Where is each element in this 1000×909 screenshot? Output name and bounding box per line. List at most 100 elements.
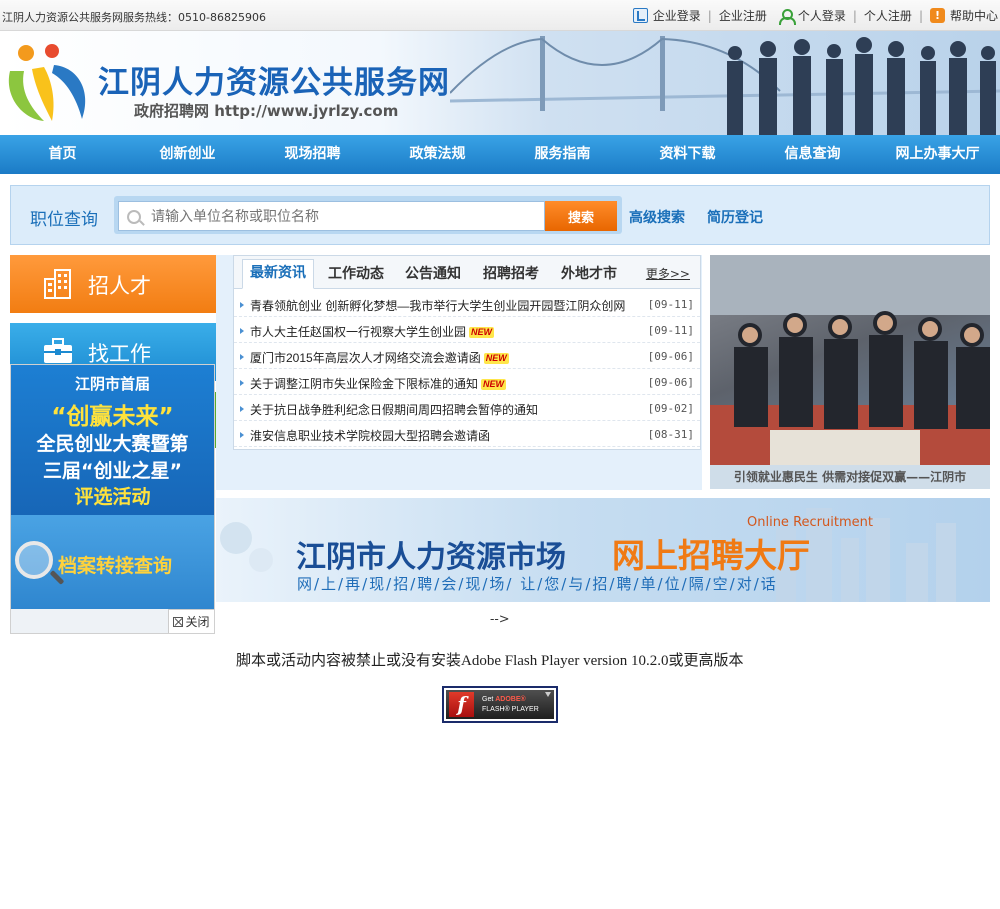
bullet-icon: [240, 406, 244, 412]
job-search-label: 职位查询: [30, 210, 98, 230]
tab-other-markets[interactable]: 外地才市: [561, 263, 617, 283]
new-badge: NEW: [469, 327, 495, 338]
separator: |: [918, 8, 923, 23]
nav-service-guide[interactable]: 服务指南: [500, 135, 625, 174]
ad-close-label: 关闭: [185, 615, 210, 629]
recruit-talent-button[interactable]: 招人才: [10, 255, 223, 313]
nav-onsite-recruitment[interactable]: 现场招聘: [250, 135, 375, 174]
user-icon: [778, 8, 796, 25]
news-more-link[interactable]: 更多>>: [646, 265, 690, 282]
flash-badge-line2: FLASH® PLAYER: [482, 706, 539, 713]
news-title[interactable]: 厦门市2015年高层次人才网络交流会邀请函 NEW: [250, 349, 509, 366]
search-button[interactable]: 搜索: [545, 201, 617, 231]
news-item[interactable]: 关于抗日战争胜利纪念日假期间周四招聘会暂停的通知 [09-02]: [234, 395, 700, 421]
flash-badge: f Get ADOBE® FLASH® PLAYER: [446, 690, 554, 719]
help-center-label: 帮助中心: [949, 9, 998, 23]
news-title[interactable]: 市人大主任赵国权一行视察大学生创业园 NEW: [250, 323, 495, 340]
bullet-icon: [240, 328, 244, 334]
job-fair-photo[interactable]: [710, 255, 990, 465]
banner-bridge-skyline-image: [450, 36, 1000, 135]
tab-latest-news[interactable]: 最新资讯: [242, 259, 314, 289]
news-item[interactable]: 青春领航创业 创新孵化梦想—我市举行大学生创业园开园暨江阴众创网 [09-11]: [234, 291, 700, 317]
top-bar: 江阴人力资源公共服务网服务热线：0510-86825906 企业登录 | 企业注…: [0, 0, 1000, 31]
photo-caption: 引领就业惠民生 供需对接促双赢——江阴市: [710, 465, 990, 489]
help-icon: !: [929, 8, 945, 23]
person-login-label: 个人登录: [797, 9, 846, 23]
recruit-slogan: 网/上/再/现/招/聘/会/现/场/ 让/您/与/招/聘/单/位/隔/空/对/话: [297, 575, 778, 593]
news-title[interactable]: 淮安信息职业技术学院校园大型招聘会邀请函: [250, 427, 490, 444]
enterprise-icon: [632, 8, 648, 23]
news-title[interactable]: 关于抗日战争胜利纪念日假期间周四招聘会暂停的通知: [250, 401, 538, 418]
magnifier-icon: [15, 541, 53, 579]
briefcase-icon: [44, 338, 72, 363]
flash-logo-icon: f: [449, 692, 474, 717]
startup-contest-ad[interactable]: 江阴市首届 “创赢未来” 全民创业大赛暨第 三届“创业之星” 评选活动: [11, 365, 214, 515]
news-item[interactable]: 市人大主任赵国权一行视察大学生创业园 NEW [09-11]: [234, 317, 700, 343]
tab-recruitment-exams[interactable]: 招聘招考: [483, 263, 539, 283]
job-fair-crowd-image: [710, 255, 990, 465]
ad-close-button[interactable]: 关闭: [168, 609, 214, 633]
ad-line2: “创赢未来”: [51, 404, 174, 430]
flash-badge-line1: Get ADOBE®: [482, 696, 526, 703]
tab-work-updates[interactable]: 工作动态: [328, 263, 384, 283]
nav-policies[interactable]: 政策法规: [375, 135, 500, 174]
news-tabs: 最新资讯 工作动态 公告通知 招聘招考 外地才市 更多>>: [234, 256, 700, 289]
job-search-panel: 职位查询 搜索 高级搜索 简历登记: [10, 185, 990, 245]
ad-line4: 三届“创业之星”: [43, 460, 182, 482]
enterprise-register-link[interactable]: 企业注册: [719, 7, 767, 24]
job-search-input[interactable]: [118, 201, 545, 231]
nav-online-hall[interactable]: 网上办事大厅: [875, 135, 1000, 174]
bullet-icon: [240, 380, 244, 386]
recruit-english-title: Online Recruitment: [747, 515, 873, 530]
nav-downloads[interactable]: 资料下载: [625, 135, 750, 174]
tab-announcements[interactable]: 公告通知: [405, 263, 461, 283]
news-title[interactable]: 青春领航创业 创新孵化梦想—我市举行大学生创业园开园暨江阴众创网: [250, 297, 625, 314]
service-hotline: 江阴人力资源公共服务网服务热线：0510-86825906: [2, 11, 266, 24]
floating-ad[interactable]: 江阴市首届 “创赢未来” 全民创业大赛暨第 三届“创业之星” 评选活动 档案转接…: [10, 364, 215, 634]
news-date: [09-11]: [647, 324, 694, 337]
news-list: 青春领航创业 创新孵化梦想—我市举行大学生创业园开园暨江阴众创网 [09-11]…: [234, 291, 700, 447]
site-logo[interactable]: [2, 41, 94, 125]
news-title[interactable]: 关于调整江阴市失业保险金下限标准的通知 NEW: [250, 375, 507, 392]
news-section: 最新资讯 工作动态 公告通知 招聘招考 外地才市 更多>> 青春领航创业 创新孵…: [216, 255, 702, 490]
ad-line1: 江阴市首届: [74, 375, 150, 393]
bullet-icon: [240, 354, 244, 360]
ad-line3: 全民创业大赛暨第: [36, 433, 189, 455]
top-links: 企业登录 | 企业注册 个人登录 | 个人注册 | ! 帮助中心: [632, 7, 998, 25]
site-title: 江阴人力资源公共服务网: [98, 65, 450, 101]
get-flash-player-button[interactable]: f Get ADOBE® FLASH® PLAYER: [442, 686, 558, 723]
news-date: [09-02]: [647, 402, 694, 415]
news-date: [09-06]: [647, 350, 694, 363]
enterprise-login-link[interactable]: 企业登录: [632, 7, 701, 24]
online-recruitment-banner[interactable]: Online Recruitment 江阴市人力资源市场 网上招聘大厅 网/上/…: [216, 498, 990, 602]
recruit-market-title: 江阴市人力资源市场: [296, 540, 566, 575]
news-date: [08-31]: [647, 428, 694, 441]
nav-info-query[interactable]: 信息查询: [750, 135, 875, 174]
site-subtitle: 政府招聘网 http://www.jyrlzy.com: [134, 102, 399, 120]
person-register-link[interactable]: 个人注册: [864, 7, 912, 24]
stray-comment-text: -->: [490, 612, 510, 627]
flash-missing-message: 脚本或活动内容被禁止或没有安装Adobe Flash Player versio…: [236, 653, 744, 669]
news-item[interactable]: 厦门市2015年高层次人才网络交流会邀请函 NEW [09-06]: [234, 343, 700, 369]
new-badge: NEW: [481, 379, 507, 390]
news-box: 最新资讯 工作动态 公告通知 招聘招考 外地才市 更多>> 青春领航创业 创新孵…: [233, 255, 701, 450]
download-arrow-icon: [545, 692, 551, 697]
advanced-search-link[interactable]: 高级搜索: [629, 207, 685, 227]
resume-register-link[interactable]: 简历登记: [707, 207, 763, 227]
news-date: [09-11]: [647, 298, 694, 311]
main-nav: 首页 创新创业 现场招聘 政策法规 服务指南 资料下载 信息查询 网上办事大厅: [0, 135, 1000, 174]
nav-innovation[interactable]: 创新创业: [125, 135, 250, 174]
search-wrapper: 搜索: [114, 196, 622, 234]
enterprise-login-label: 企业登录: [652, 9, 701, 23]
person-login-link[interactable]: 个人登录: [778, 7, 846, 25]
news-date: [09-06]: [647, 376, 694, 389]
news-item[interactable]: 关于调整江阴市失业保险金下限标准的通知 NEW [09-06]: [234, 369, 700, 395]
news-item[interactable]: 淮安信息职业技术学院校园大型招聘会邀请函 [08-31]: [234, 421, 700, 447]
new-badge: NEW: [483, 353, 509, 364]
ad-line5: 评选活动: [74, 486, 151, 508]
nav-home[interactable]: 首页: [0, 135, 125, 174]
help-center-link[interactable]: ! 帮助中心: [929, 7, 998, 24]
archive-transfer-ad[interactable]: 档案转接查询: [11, 515, 214, 609]
bullet-icon: [240, 432, 244, 438]
archive-transfer-label: 档案转接查询: [58, 555, 173, 577]
